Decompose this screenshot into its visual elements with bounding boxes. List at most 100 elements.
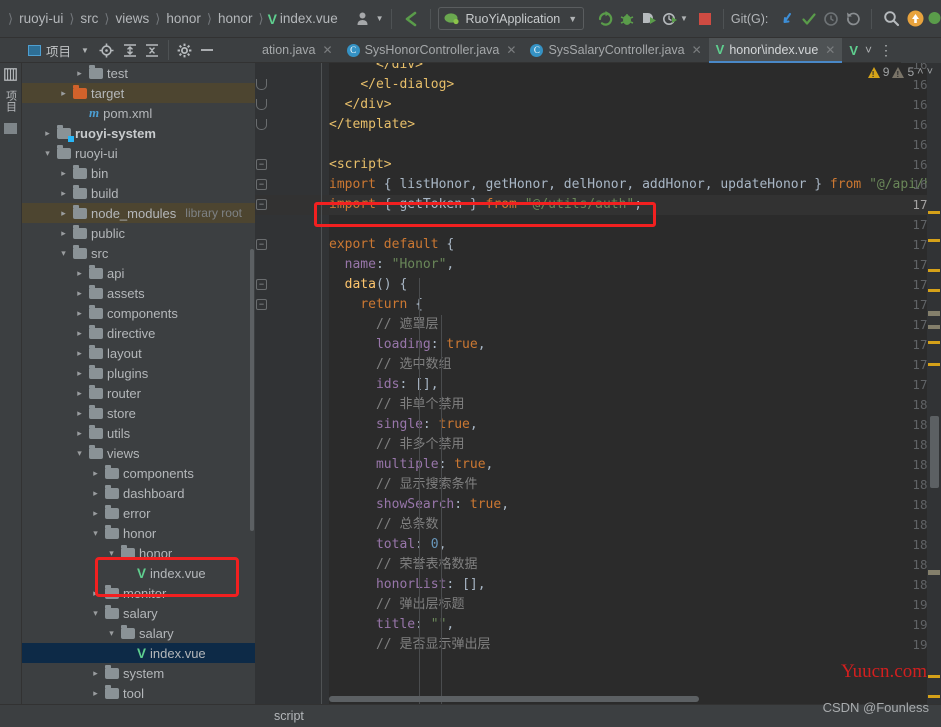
chevron-down-icon[interactable]: ˅ (865, 43, 872, 57)
tree-item-index-vue[interactable]: Vindex.vue (22, 563, 255, 583)
collapse-all-icon[interactable] (141, 43, 163, 58)
code-line[interactable]: export default { (329, 235, 454, 255)
breadcrumb-item-4[interactable]: honor (216, 11, 255, 26)
code-line[interactable]: // 荣誉表格数据 (329, 555, 478, 575)
fold-collapse-icon[interactable]: − (256, 159, 267, 170)
chevron-right-icon[interactable]: ▸ (58, 228, 69, 239)
tree-item-plugins[interactable]: ▸ plugins (22, 363, 255, 383)
git-commit-icon[interactable] (798, 11, 820, 27)
code-line[interactable]: // 遮罩层 (329, 315, 439, 335)
tree-item-node-modules[interactable]: ▸ node_modules library root (22, 203, 255, 223)
fold-collapse-icon[interactable]: − (256, 279, 267, 290)
tree-item-system[interactable]: ▸ system (22, 663, 255, 683)
chevron-right-icon[interactable]: ▸ (74, 288, 85, 299)
search-everywhere-icon[interactable] (879, 10, 903, 27)
hide-panel-icon[interactable] (196, 43, 218, 57)
chevron-down-icon[interactable]: ▾ (106, 548, 117, 559)
project-tool-button[interactable] (4, 66, 17, 83)
tree-item-pom-xml[interactable]: m pom.xml (22, 103, 255, 123)
tree-item-assets[interactable]: ▸ assets (22, 283, 255, 303)
warning-marker[interactable] (928, 269, 940, 272)
next-problem-icon[interactable]: ˅ (927, 66, 933, 78)
tree-item-ruoyi-ui[interactable]: ▾ ruoyi-ui (22, 143, 255, 163)
avatar-icon[interactable]: ▼ (356, 11, 384, 27)
code-line[interactable]: <script> (329, 155, 392, 175)
code-editor[interactable]: </div> </el-dialog> </div> </template> <sc… (255, 63, 941, 704)
project-tree[interactable]: ▸ test ▸ target m pom.xml ▸ ruoyi-system ▾ ruoyi-… (22, 63, 255, 727)
code-line[interactable]: ids: [], (329, 375, 439, 395)
tree-item-bin[interactable]: ▸ bin (22, 163, 255, 183)
tree-item-target[interactable]: ▸ target (22, 83, 255, 103)
run-configuration-selector[interactable]: RuoYiApplication ▼ (437, 7, 585, 30)
chevron-down-icon[interactable]: ▾ (106, 628, 117, 639)
tree-item-directive[interactable]: ▸ directive (22, 323, 255, 343)
code-line[interactable]: // 弹出层标题 (329, 595, 465, 615)
fold-collapse-icon[interactable]: − (256, 299, 267, 310)
chevron-down-icon[interactable]: ▼ (568, 14, 577, 24)
project-view-selector[interactable]: 项目 (22, 41, 71, 60)
back-arrow-icon[interactable] (399, 10, 423, 28)
chevron-down-icon[interactable]: ▼ (680, 14, 688, 23)
chevron-right-icon[interactable]: ▸ (90, 668, 101, 679)
tree-item-honor[interactable]: ▾ honor (22, 543, 255, 563)
tree-item-public[interactable]: ▸ public (22, 223, 255, 243)
gear-icon[interactable] (174, 43, 196, 58)
tree-item-salary[interactable]: ▾ salary (22, 623, 255, 643)
locate-icon[interactable] (95, 43, 119, 58)
code-line[interactable]: // 选中数组 (329, 355, 452, 375)
chevron-right-icon[interactable]: ▸ (74, 428, 85, 439)
profile-icon[interactable] (660, 11, 680, 27)
fold-end-icon[interactable] (256, 99, 267, 110)
chevron-down-icon[interactable]: ▾ (90, 528, 101, 539)
chevron-right-icon[interactable]: ▸ (74, 388, 85, 399)
tab-honor-index-vue[interactable]: V honor\index.vue ✕ (708, 38, 843, 63)
fold-collapse-icon[interactable]: − (256, 239, 267, 250)
chevron-down-icon[interactable]: ▾ (74, 448, 85, 459)
editor-breadcrumb-script[interactable]: script (0, 709, 304, 723)
chevron-right-icon[interactable]: ▸ (90, 468, 101, 479)
chevron-right-icon[interactable]: ▸ (90, 688, 101, 699)
warning-marker[interactable] (928, 211, 940, 214)
more-options-icon[interactable]: ⋮ (879, 42, 894, 59)
tab-syshonorcontroller[interactable]: C SysHonorController.java ✕ (339, 38, 524, 63)
chevron-down-icon[interactable]: ▾ (42, 148, 53, 159)
tree-item-tool[interactable]: ▸ tool (22, 683, 255, 703)
tree-item-error[interactable]: ▸ error (22, 503, 255, 523)
tree-item-utils[interactable]: ▸ utils (22, 423, 255, 443)
warning-marker[interactable] (928, 341, 940, 344)
chevron-right-icon[interactable]: ▸ (90, 588, 101, 599)
tree-item-salary[interactable]: ▾ salary (22, 603, 255, 623)
breadcrumb-current-file[interactable]: index.vue (280, 11, 338, 26)
tab-application-java[interactable]: ation.java ✕ (255, 38, 340, 63)
tab-syssalarycontroller[interactable]: C SysSalaryController.java ✕ (523, 38, 709, 63)
fold-end-icon[interactable] (256, 79, 267, 90)
code-line[interactable]: honorList: [], (329, 575, 486, 595)
tree-item-dashboard[interactable]: ▸ dashboard (22, 483, 255, 503)
code-line[interactable]: // 显示搜索条件 (329, 475, 478, 495)
marker-gutter[interactable] (927, 63, 941, 704)
close-icon[interactable]: ✕ (825, 43, 835, 57)
editor-horizontal-scrollbar[interactable] (329, 696, 699, 702)
tree-item-ruoyi-system[interactable]: ▸ ruoyi-system (22, 123, 255, 143)
code-line[interactable]: // 非多个禁用 (329, 435, 465, 455)
git-rollback-icon[interactable] (842, 11, 864, 27)
notification-icon[interactable] (927, 11, 941, 26)
code-line[interactable]: total: 0, (329, 535, 446, 555)
code-line[interactable]: return { (329, 295, 423, 315)
update-badge-icon[interactable] (903, 10, 927, 27)
code-line[interactable]: </template> (329, 115, 415, 135)
breadcrumb-item-0[interactable]: ruoyi-ui (17, 11, 65, 26)
chevron-right-icon[interactable]: ▸ (74, 348, 85, 359)
code-line[interactable]: import { getToken } from "@/utils/auth"; (255, 195, 941, 215)
close-icon[interactable]: ✕ (506, 43, 516, 57)
editor-scrollbar-thumb[interactable] (930, 416, 939, 488)
expand-all-icon[interactable] (119, 43, 141, 58)
breadcrumb-item-3[interactable]: honor (164, 11, 203, 26)
tree-item-src[interactable]: ▾ src (22, 243, 255, 263)
warning-marker[interactable] (928, 289, 940, 292)
warning-marker[interactable] (928, 363, 940, 366)
rerun-icon[interactable] (594, 10, 616, 27)
inspection-widget[interactable]: ! 9 ! 5 ˄ ˅ (867, 65, 933, 79)
code-line[interactable]: data() { (329, 275, 408, 295)
tree-item-index-vue[interactable]: Vindex.vue (22, 643, 255, 663)
